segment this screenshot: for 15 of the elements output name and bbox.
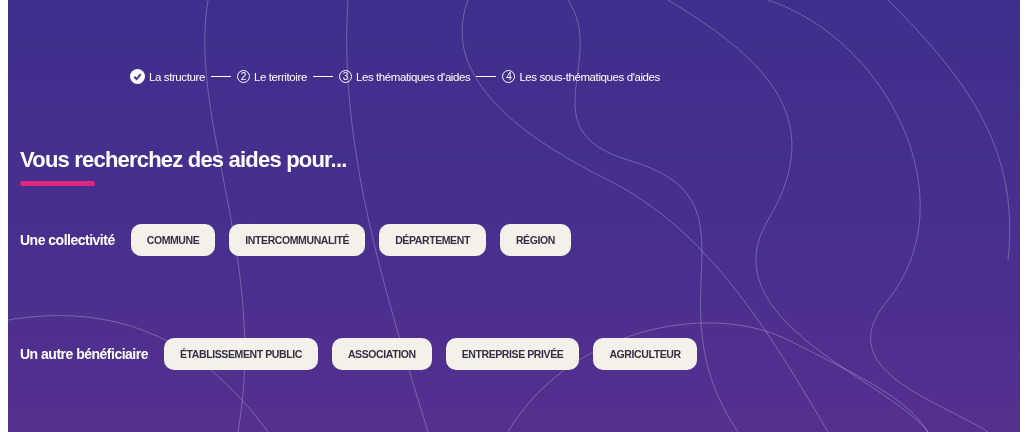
- option-button[interactable]: DÉPARTEMENT: [379, 224, 486, 256]
- group-label: Une collectivité: [20, 232, 115, 248]
- option-button[interactable]: ÉTABLISSEMENT PUBLIC: [164, 338, 318, 370]
- option-button[interactable]: COMMUNE: [130, 224, 216, 256]
- step-label: La structure: [149, 70, 205, 83]
- option-button[interactable]: ASSOCIATION: [331, 338, 432, 370]
- step-label: Les thématiques d'aides: [355, 70, 471, 83]
- option-button[interactable]: ENTREPRISE PRIVÉE: [445, 338, 580, 370]
- group-label: Un autre bénéficiaire: [20, 346, 148, 362]
- option-button[interactable]: INTERCOMMUNALITÉ: [229, 224, 366, 256]
- option-button[interactable]: AGRICULTEUR: [593, 338, 697, 370]
- option-button[interactable]: RÉGION: [499, 224, 571, 256]
- step-label: Les sous-thématiques d'aides: [519, 70, 660, 83]
- heading: Vous recherchez des aides pour...: [20, 147, 348, 173]
- step-label: Le territoire: [253, 70, 307, 83]
